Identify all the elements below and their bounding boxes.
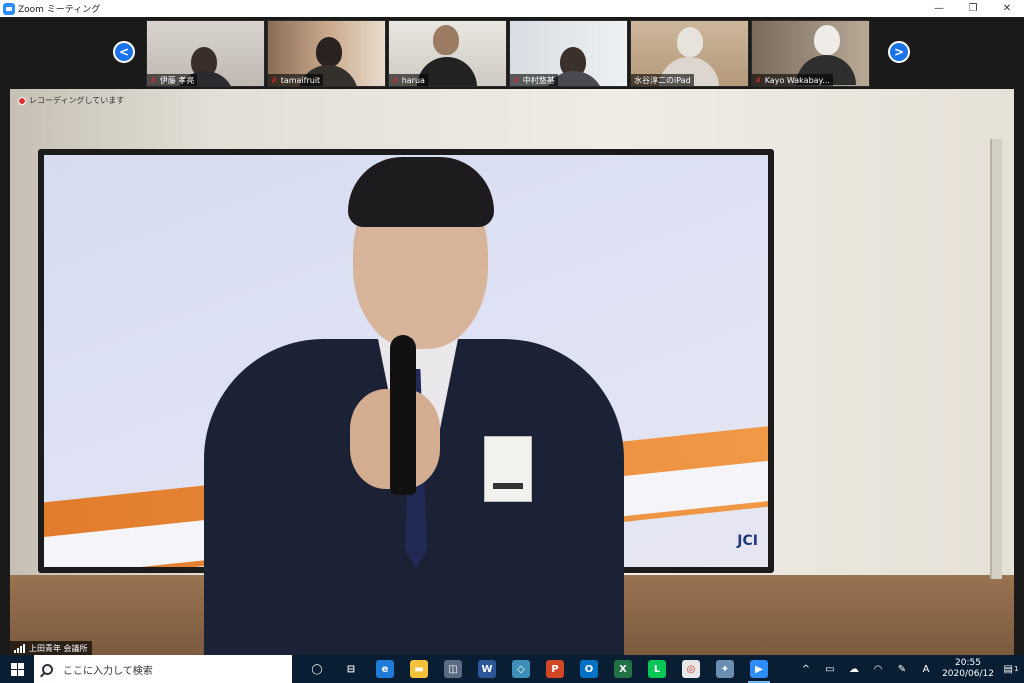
clock-time: 20:55 bbox=[955, 658, 981, 668]
taskbar-app-button[interactable]: ◫ bbox=[436, 655, 470, 683]
muted-mic-icon: ✗ bbox=[271, 75, 278, 85]
participant-name: harua bbox=[401, 75, 425, 85]
show-hidden-icons-icon[interactable]: ^ bbox=[794, 655, 818, 683]
chrome-icon: ◎ bbox=[682, 660, 700, 678]
participant-tile[interactable]: ✗ tamaifruit bbox=[267, 20, 386, 87]
word-icon: W bbox=[478, 660, 496, 678]
taskbar-app-button[interactable]: W bbox=[470, 655, 504, 683]
taskbar-apps: ◯ ⊟ e ▬ ◫ W ◇ P O X L ◎ ✦ ▶ bbox=[300, 655, 776, 683]
powerpoint-icon: P bbox=[546, 660, 564, 678]
taskbar-app-button[interactable]: ✦ bbox=[708, 655, 742, 683]
file-explorer-icon: ▬ bbox=[410, 660, 428, 678]
speaker-name: 上田青年 会議所 bbox=[29, 643, 88, 653]
close-button[interactable]: ✕ bbox=[990, 0, 1024, 17]
participant-tile[interactable]: ✗ harua bbox=[388, 20, 507, 87]
clock-date: 2020/06/12 bbox=[942, 669, 994, 679]
taskbar-app-button[interactable]: ◎ bbox=[674, 655, 708, 683]
taskbar-app-button[interactable]: ▶ bbox=[742, 655, 776, 683]
pen-icon[interactable]: ✎ bbox=[890, 655, 914, 683]
participant-tile[interactable]: 水谷淳二のiPad bbox=[630, 20, 749, 87]
ime-indicator[interactable]: A bbox=[914, 655, 938, 683]
excel-icon: X bbox=[614, 660, 632, 678]
cortana-icon: ⊟ bbox=[342, 660, 360, 678]
participant-tile[interactable]: ✗ 伊藤 孝亮 bbox=[146, 20, 265, 87]
notification-count: 1 bbox=[1013, 665, 1019, 673]
taskbar-app-button[interactable]: X bbox=[606, 655, 640, 683]
participant-name: 水谷淳二のiPad bbox=[634, 75, 691, 85]
previous-page-button[interactable]: < bbox=[113, 41, 135, 63]
chevron-right-icon: > bbox=[893, 45, 905, 59]
system-tray: ^ ▭ ☁ ◠ ✎ A 20:55 2020/06/12 ▤ 1 bbox=[794, 655, 1024, 683]
paint-icon: ✦ bbox=[716, 660, 734, 678]
minimize-button[interactable]: — bbox=[922, 0, 956, 17]
active-speaker-video[interactable]: JCI レコーディングしています 上田青年 会議所 bbox=[10, 89, 1014, 655]
window-title: Zoom ミーティング bbox=[18, 5, 101, 15]
zoom-icon: ▶ bbox=[750, 660, 768, 678]
participant-name: 伊藤 孝亮 bbox=[159, 75, 195, 85]
search-placeholder: ここに入力して検索 bbox=[63, 665, 153, 677]
taskbar-app-button[interactable]: P bbox=[538, 655, 572, 683]
windows-taskbar: ここに入力して検索 ◯ ⊟ e ▬ ◫ W ◇ P O X L ◎ ✦ ▶ ^ ▭ ☁ ◠ ✎ A 20:… bbox=[0, 655, 1024, 683]
taskbar-app-button[interactable]: L bbox=[640, 655, 674, 683]
restore-button[interactable]: ❐ bbox=[956, 0, 990, 17]
store-icon: ◫ bbox=[444, 660, 462, 678]
muted-mic-icon: ✗ bbox=[392, 75, 399, 85]
line-icon: L bbox=[648, 660, 666, 678]
taskbar-app-button[interactable]: ◇ bbox=[504, 655, 538, 683]
title-bar: Zoom ミーティング — ❐ ✕ bbox=[0, 0, 1024, 17]
taskbar-app-button[interactable]: ⊟ bbox=[334, 655, 368, 683]
recording-dot-icon bbox=[18, 96, 26, 105]
notification-icon: ▤ bbox=[1003, 663, 1013, 675]
participant-tile[interactable]: ✗ Kayo Wakabay... bbox=[751, 20, 870, 87]
participant-tile[interactable]: ✗ 中村悠基 bbox=[509, 20, 628, 87]
name-badge bbox=[484, 436, 532, 502]
taskbar-app-button[interactable]: e bbox=[368, 655, 402, 683]
jci-logo: JCI bbox=[737, 533, 758, 549]
onedrive-icon[interactable]: ☁ bbox=[842, 655, 866, 683]
next-page-button[interactable]: > bbox=[888, 41, 910, 63]
taskbar-app-button[interactable]: ▬ bbox=[402, 655, 436, 683]
recording-label: レコーディングしています bbox=[29, 96, 125, 105]
muted-mic-icon: ✗ bbox=[150, 75, 157, 85]
signal-strength-icon bbox=[14, 643, 26, 653]
task-view-icon: ◯ bbox=[308, 660, 326, 678]
edge-icon: e bbox=[376, 660, 394, 678]
taskbar-app-button[interactable]: ◯ bbox=[300, 655, 334, 683]
participant-name: 中村悠基 bbox=[522, 75, 555, 85]
windows-logo-icon bbox=[10, 662, 24, 676]
clock[interactable]: 20:55 2020/06/12 bbox=[938, 655, 998, 683]
app-icon: ◇ bbox=[512, 660, 530, 678]
battery-icon[interactable]: ▭ bbox=[818, 655, 842, 683]
wifi-icon[interactable]: ◠ bbox=[866, 655, 890, 683]
search-icon bbox=[42, 663, 53, 675]
participant-name: Kayo Wakabay... bbox=[764, 75, 830, 85]
zoom-app-icon bbox=[3, 2, 15, 15]
participant-strip: < ✗ 伊藤 孝亮 ✗ tamaifruit ✗ harua ✗ 中村悠基 水谷淳二のi… bbox=[0, 17, 1024, 89]
start-button[interactable] bbox=[0, 655, 34, 683]
recording-indicator[interactable]: レコーディングしています bbox=[18, 95, 124, 106]
action-center-button[interactable]: ▤ 1 bbox=[998, 655, 1024, 683]
participant-name: tamaifruit bbox=[280, 75, 321, 85]
speaker-name-label: 上田青年 会議所 bbox=[10, 641, 92, 655]
taskbar-app-button[interactable]: O bbox=[572, 655, 606, 683]
outlook-icon: O bbox=[580, 660, 598, 678]
muted-mic-icon: ✗ bbox=[755, 75, 762, 85]
muted-mic-icon: ✗ bbox=[513, 75, 520, 85]
chevron-left-icon: < bbox=[118, 45, 130, 59]
taskbar-search-box[interactable]: ここに入力して検索 bbox=[34, 655, 292, 683]
microphone bbox=[390, 335, 416, 495]
